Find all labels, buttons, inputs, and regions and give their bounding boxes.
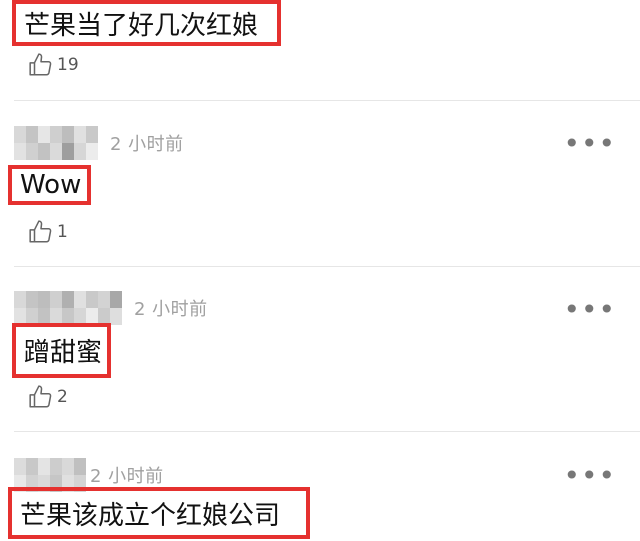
comment-text-highlight: 芒果当了好几次红娘 — [12, 0, 281, 46]
divider — [14, 100, 640, 101]
more-options-icon[interactable]: ••• — [563, 462, 616, 490]
thumbs-up-icon — [29, 220, 52, 243]
divider — [14, 266, 640, 267]
like-button[interactable]: 2 — [28, 384, 68, 410]
comment-text-highlight: 蹭甜蜜 — [12, 323, 111, 378]
comment-time: 2 小时前 — [110, 134, 184, 155]
comment-time: 2 小时前 — [90, 466, 164, 487]
comment-text: 芒果该成立个红娘公司 — [20, 500, 281, 531]
comment-text: 蹭甜蜜 — [24, 338, 103, 368]
like-count: 2 — [57, 387, 68, 407]
avatar-username-blurred[interactable] — [14, 291, 126, 325]
like-count: 1 — [57, 222, 68, 242]
comment-time: 2 小时前 — [134, 299, 208, 320]
comment-text: 芒果当了好几次红娘 — [24, 10, 259, 41]
thumbs-up-icon — [29, 53, 52, 76]
more-options-icon[interactable]: ••• — [563, 296, 616, 324]
comment-text: Wow — [20, 170, 82, 200]
comment-text-highlight: 芒果该成立个红娘公司 — [8, 487, 310, 539]
avatar-username-blurred[interactable] — [14, 126, 102, 160]
thumbs-up-icon — [29, 385, 52, 408]
more-options-icon[interactable]: ••• — [563, 130, 616, 158]
like-count: 19 — [57, 55, 79, 75]
divider — [14, 431, 640, 432]
like-button[interactable]: 1 — [28, 219, 68, 245]
comment-text-highlight: Wow — [8, 165, 91, 205]
like-button[interactable]: 19 — [28, 52, 79, 78]
